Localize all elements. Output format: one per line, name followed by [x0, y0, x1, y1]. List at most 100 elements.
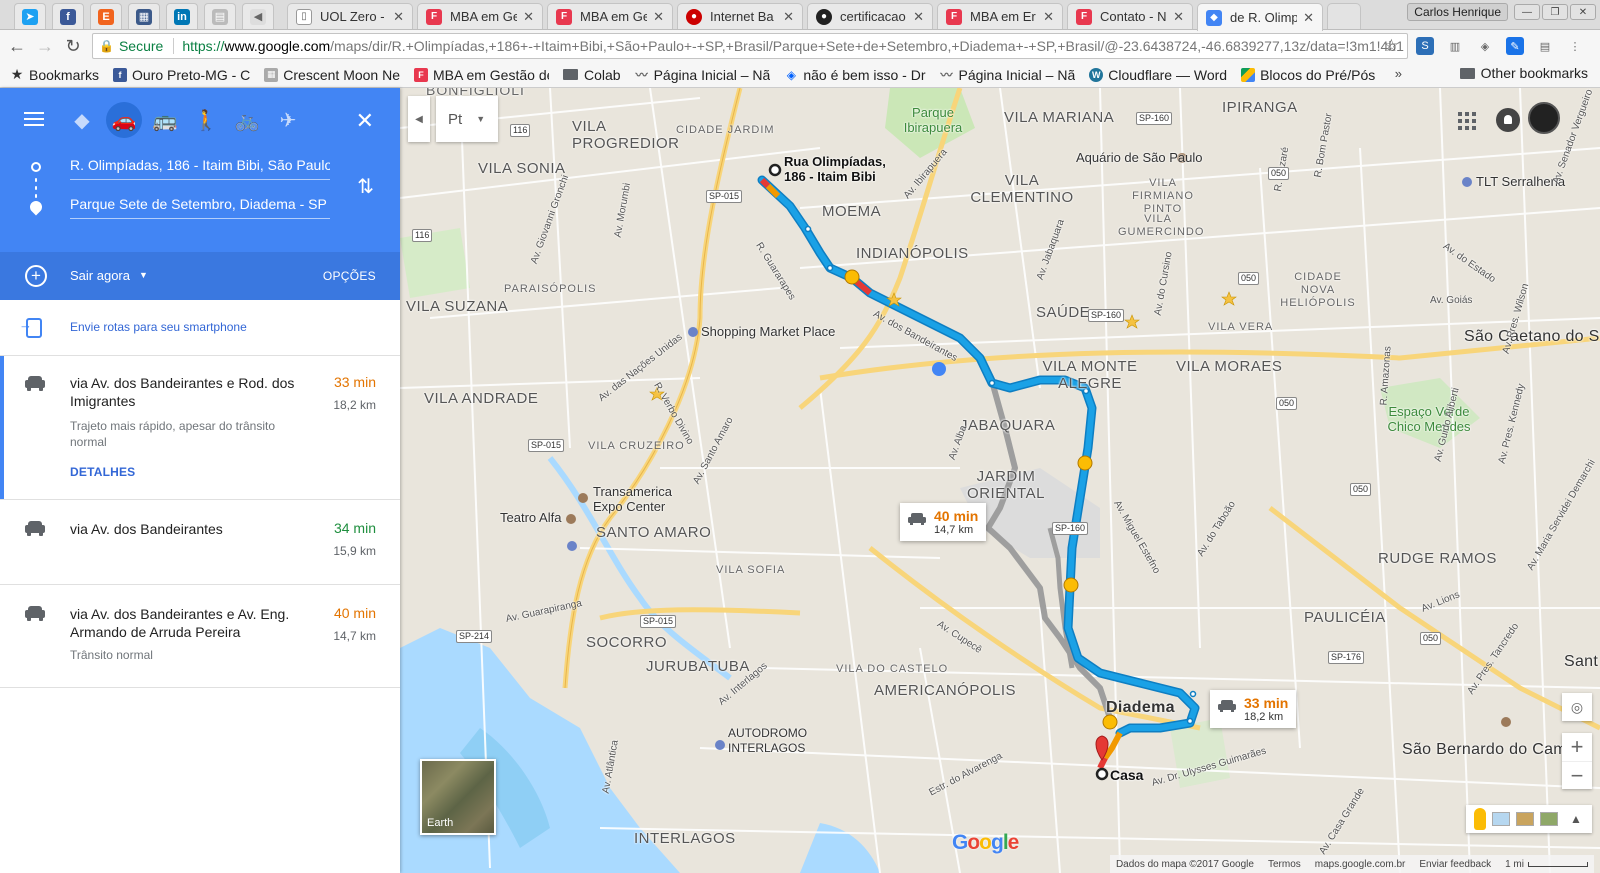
tab-close-icon[interactable]: ✕ [1173, 9, 1184, 25]
pinned-tab-twitter[interactable]: ➤ [14, 3, 46, 29]
destination-input[interactable]: Parque Sete de Setembro, Diadema - SP [70, 191, 330, 219]
pinned-tab-audio[interactable]: ◀ [242, 3, 274, 29]
forward-icon[interactable]: → [34, 35, 56, 57]
flight-icon[interactable]: ✈ [268, 102, 308, 138]
add-destination-icon[interactable]: + [25, 265, 47, 287]
other-bookmarks[interactable]: Other bookmarks [1459, 65, 1588, 81]
route-duration: 33 min [333, 374, 376, 390]
tab-mba-1[interactable]: F MBA em Ge ✕ [417, 3, 543, 29]
tab-close-icon[interactable]: ✕ [393, 9, 404, 25]
tab-internet-banking[interactable]: ● Internet Ba ✕ [677, 3, 803, 29]
car-icon[interactable]: 🚗 [106, 102, 142, 138]
close-window-icon[interactable]: ✕ [1570, 4, 1596, 20]
route-option-1[interactable]: via Av. dos Bandeirantes e Rod. dos Imig… [0, 356, 400, 500]
feedback-link[interactable]: Enviar feedback [1419, 859, 1491, 870]
domain-link[interactable]: maps.google.com.br [1315, 859, 1406, 870]
my-location-button[interactable]: ◎ [1562, 693, 1592, 721]
zoom-out-button[interactable]: − [1562, 761, 1592, 789]
pinned-tab-grid[interactable]: ▤ [204, 3, 236, 29]
language-select[interactable]: Pt ▼ [436, 96, 498, 142]
main-route-card[interactable]: 33 min 18,2 km [1210, 690, 1297, 728]
send-to-phone-link[interactable]: Envie rotas para seu smartphone [70, 320, 247, 334]
extension-panel-icon[interactable]: ▥ [1446, 37, 1464, 55]
tab-close-icon[interactable]: ✕ [523, 9, 534, 25]
extension-doc-icon[interactable]: ▤ [1536, 37, 1554, 55]
swap-waypoints-icon[interactable]: ⇅ [357, 174, 374, 199]
back-icon[interactable]: ← [6, 35, 28, 57]
best-route-icon[interactable]: ◆ [62, 102, 102, 138]
pegman-icon[interactable] [1474, 808, 1486, 830]
scale-bar[interactable]: 1 mi [1505, 859, 1588, 870]
restore-icon[interactable]: ❐ [1542, 4, 1568, 20]
terms-link[interactable]: Termos [1268, 859, 1301, 870]
bike-icon[interactable]: 🚲 [227, 102, 267, 138]
notifications-icon[interactable] [1496, 108, 1520, 132]
apps-grid-icon[interactable] [1458, 112, 1476, 130]
new-tab-button[interactable] [1327, 3, 1361, 29]
bookmark-star-icon[interactable]: ☆ [1384, 36, 1399, 56]
tab-certificacao[interactable]: ● certificacao ✕ [807, 3, 933, 29]
chevron-down-icon[interactable]: ▼ [139, 270, 148, 280]
bookmark-item[interactable]: ◈ não é bem isso - Dr [784, 67, 926, 83]
route-option-2[interactable]: via Av. dos Bandeirantes 34 min 15,9 km [0, 500, 400, 585]
origin-input[interactable]: R. Olimpíadas, 186 - Itaim Bibi, São Pau… [70, 152, 330, 180]
extension-s-icon[interactable]: S [1416, 37, 1434, 55]
hamburger-menu-icon[interactable] [24, 112, 44, 126]
bookmark-item[interactable]: Blocos do Pré/Pós [1241, 67, 1375, 83]
tab-uol[interactable]: ▯ UOL Zero - ✕ [287, 3, 413, 29]
bookmark-item[interactable]: ★ Bookmarks [10, 66, 99, 83]
tab-close-icon[interactable]: ✕ [913, 9, 924, 25]
tab-close-icon[interactable]: ✕ [1303, 10, 1314, 26]
bookmark-item[interactable]: 〰 Página Inicial – Nã [940, 67, 1076, 83]
address-bar[interactable]: 🔒 Secure https://www.google.com/maps/dir… [92, 33, 1408, 59]
tab-close-icon[interactable]: ✕ [783, 9, 794, 25]
depart-time-select[interactable]: Sair agora [70, 268, 130, 283]
route-title: via Av. dos Bandeirantes [70, 521, 223, 537]
bookmark-item[interactable]: F MBA em Gestão de [414, 67, 549, 83]
alt-route-card[interactable]: 40 min 14,7 km [900, 503, 987, 541]
pinned-tab-facebook[interactable]: f [52, 3, 84, 29]
extension-pen-icon[interactable]: ✎ [1506, 37, 1524, 55]
bookmark-item[interactable]: W Cloudflare — Word [1089, 67, 1227, 83]
photos-icon[interactable] [1540, 812, 1558, 826]
bookmark-item[interactable]: f Ouro Preto-MG - C [113, 67, 250, 83]
dropbox-icon[interactable]: ◈ [1476, 37, 1494, 55]
menu-icon[interactable]: ⋮ [1566, 37, 1584, 55]
route-distance: 18,2 km [333, 398, 376, 412]
bookmark-folder[interactable]: Colab [563, 67, 621, 83]
transit-icon[interactable]: 🚌 [145, 102, 185, 138]
bookmark-item[interactable]: ▦ Crescent Moon Ne [264, 67, 400, 83]
zoom-in-button[interactable]: + [1562, 733, 1592, 761]
pinned-tab-linkedin[interactable]: in [166, 3, 198, 29]
tab-close-icon[interactable]: ✕ [1043, 9, 1054, 25]
earth-view-toggle[interactable]: Earth [420, 759, 496, 835]
minimize-icon[interactable]: — [1514, 4, 1540, 20]
collapse-panel-icon[interactable]: ◀ [408, 96, 430, 142]
tab-contato[interactable]: F Contato - N ✕ [1067, 3, 1193, 29]
pinned-tab-etsy[interactable]: E [90, 3, 122, 29]
pinned-tab-archive[interactable]: ▦ [128, 3, 160, 29]
photos-icon[interactable] [1492, 812, 1510, 826]
avatar[interactable] [1528, 102, 1560, 134]
close-directions-icon[interactable]: ✕ [356, 108, 374, 134]
poi-label: Shopping Market Place [701, 324, 836, 339]
tab-close-icon[interactable]: ✕ [653, 9, 664, 25]
reload-icon[interactable]: ↻ [62, 35, 84, 57]
bookmarks-overflow-icon[interactable]: » [1395, 66, 1402, 81]
route-details-link[interactable]: DETALHES [70, 465, 135, 479]
tab-mba-2[interactable]: F MBA em Ge ✕ [547, 3, 673, 29]
photos-icon[interactable] [1516, 812, 1534, 826]
send-to-phone-row[interactable]: Envie rotas para seu smartphone [0, 300, 400, 356]
chevron-up-icon[interactable]: ▲ [1570, 812, 1582, 826]
profile-button[interactable]: Carlos Henrique [1407, 3, 1508, 21]
route-options-button[interactable]: OPÇÕES [323, 269, 376, 283]
road-shield: 050 [1420, 632, 1442, 645]
route-option-3[interactable]: via Av. dos Bandeirantes e Av. Eng. Arma… [0, 585, 400, 688]
walk-icon[interactable]: 🚶 [186, 102, 226, 138]
bookmark-item[interactable]: 〰 Página Inicial – Nã [635, 67, 771, 83]
map-canvas[interactable]: ◀ Pt ▼ BONFIGLIOLI VILA PROGREDIOR VILA S… [400, 88, 1600, 873]
tab-google-maps[interactable]: ◆ de R. Olimp ✕ [1197, 3, 1323, 31]
map-data-credit: Dados do mapa ©2017 Google [1115, 858, 1254, 870]
tab-mba-3[interactable]: F MBA em Er ✕ [937, 3, 1063, 29]
road-shield: SP-160 [1052, 522, 1089, 535]
